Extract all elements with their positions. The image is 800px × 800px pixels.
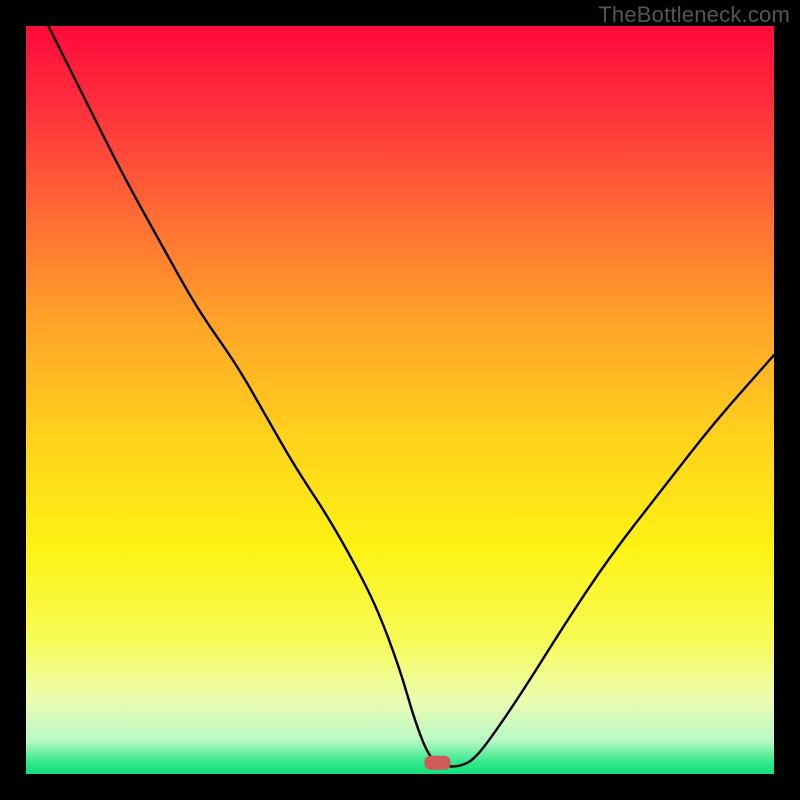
optimal-marker [424, 756, 450, 770]
chart-frame: TheBottleneck.com [0, 0, 800, 800]
watermark-text: TheBottleneck.com [598, 2, 790, 28]
gradient-background [26, 26, 774, 774]
chart-svg [26, 26, 774, 774]
plot-area [26, 26, 774, 774]
